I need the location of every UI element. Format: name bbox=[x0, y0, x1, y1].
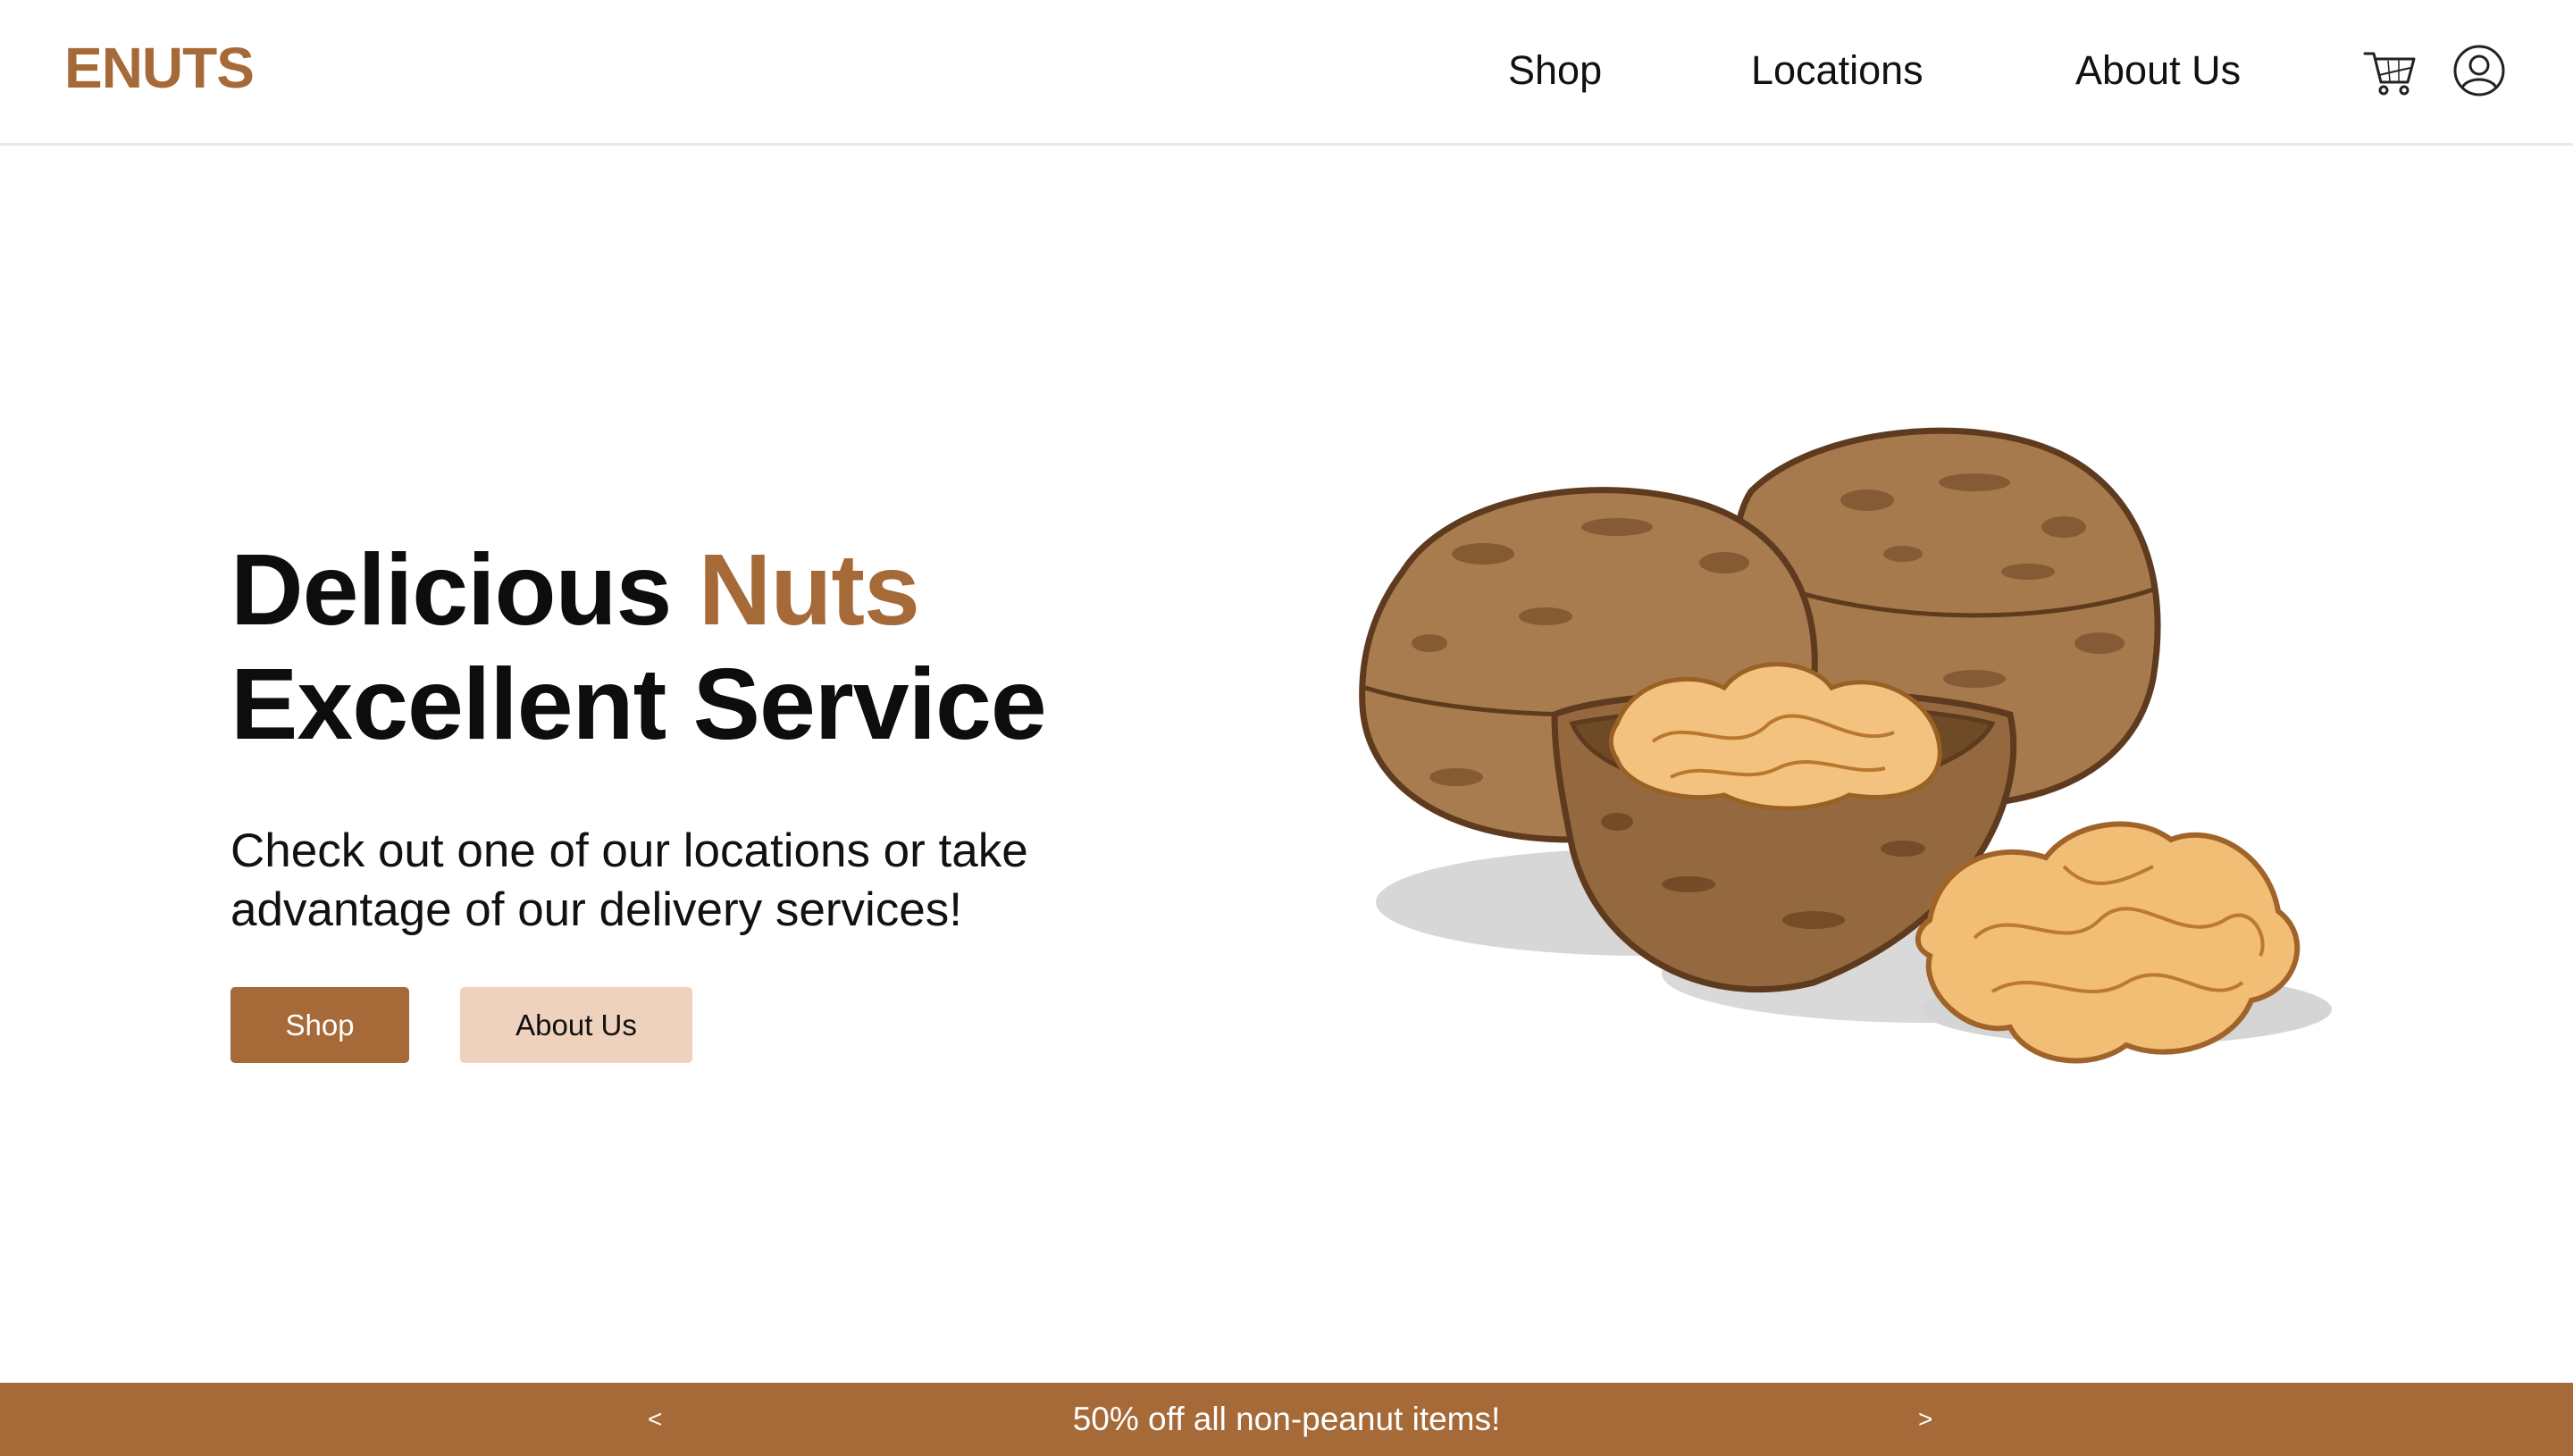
nav-link-about-us[interactable]: About Us bbox=[2075, 50, 2241, 90]
hero-title: Delicious Nuts Excellent Service bbox=[230, 532, 1047, 761]
user-icon bbox=[2453, 45, 2505, 96]
nav-link-shop[interactable]: Shop bbox=[1508, 50, 1602, 90]
nav-link-locations[interactable]: Locations bbox=[1751, 50, 1923, 90]
hero-title-word: Delicious bbox=[230, 533, 672, 646]
cart-icon bbox=[2363, 52, 2416, 96]
shop-button[interactable]: Shop bbox=[230, 987, 409, 1063]
promo-banner: 50% off all non-peanut items! < > bbox=[0, 1383, 2573, 1456]
site-header: ENUTS Shop Locations About Us bbox=[0, 0, 2573, 146]
walnuts-illustration bbox=[1359, 427, 2332, 1064]
hero-title-line1: Delicious Nuts bbox=[230, 532, 1046, 647]
hero-subtitle: Check out one of our locations or take a… bbox=[230, 824, 1028, 936]
account-button[interactable] bbox=[2450, 41, 2509, 100]
logo[interactable]: ENUTS bbox=[64, 39, 255, 96]
promo-text: 50% off all non-peanut items! bbox=[1072, 1401, 1501, 1437]
hero-title-accent: Nuts bbox=[698, 533, 920, 646]
hero-title-line2: Excellent Service bbox=[230, 648, 1047, 760]
promo-prev-button[interactable]: < bbox=[639, 1383, 671, 1456]
cart-button[interactable] bbox=[2361, 41, 2420, 100]
about-us-button[interactable]: About Us bbox=[460, 987, 692, 1063]
promo-next-button[interactable]: > bbox=[1909, 1383, 1941, 1456]
